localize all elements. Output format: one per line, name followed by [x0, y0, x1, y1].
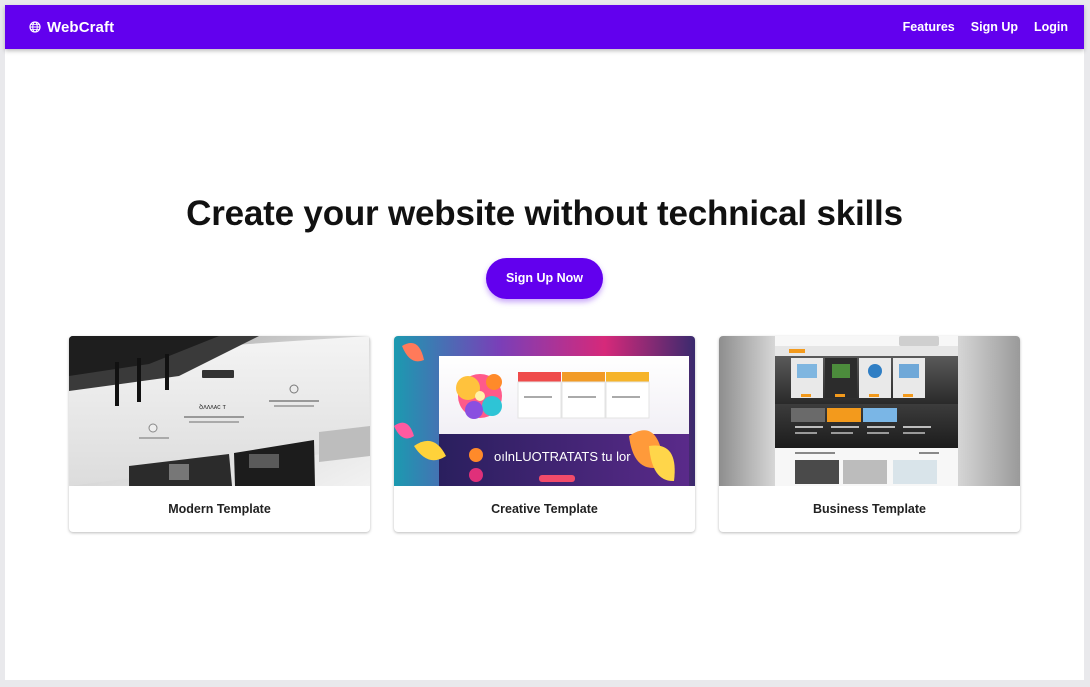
template-card-title: Creative Template: [491, 502, 598, 516]
browser-viewport: WebCraft Features Sign Up Login Create y…: [5, 5, 1084, 680]
nav-link-sign-up[interactable]: Sign Up: [963, 12, 1026, 42]
navbar: WebCraft Features Sign Up Login: [5, 5, 1084, 49]
hero-title: Create your website without technical sk…: [186, 194, 903, 233]
template-card-creative[interactable]: oılnLUOTRATATS tu lor Creative Template: [394, 336, 695, 532]
cta-container: Sign Up Now: [5, 258, 1084, 299]
sign-up-now-button[interactable]: Sign Up Now: [486, 258, 603, 299]
template-card-title: Modern Template: [168, 502, 271, 516]
template-cards: ꝺʌʌʌᴀᴄ ᴛ Modern Template oılnLUOTRATATS …: [69, 336, 1020, 532]
brand-name: WebCraft: [47, 18, 115, 36]
template-card-modern[interactable]: ꝺʌʌʌᴀᴄ ᴛ Modern Template: [69, 336, 370, 532]
creative-preview-heading: oılnLUOTRATATS tu lor: [494, 449, 631, 464]
template-card-title: Business Template: [812, 502, 926, 516]
creative-template-preview-image: oılnLUOTRATATS tu lor: [394, 336, 695, 486]
template-card-business[interactable]: Business Template: [719, 336, 1020, 532]
modern-preview-heading: ꝺʌʌʌᴀᴄ ᴛ: [199, 403, 227, 411]
nav-link-features[interactable]: Features: [895, 12, 963, 42]
globe-icon: [29, 21, 41, 33]
nav-link-login[interactable]: Login: [1026, 12, 1076, 42]
brand-link[interactable]: WebCraft: [29, 19, 114, 36]
nav-links: Features Sign Up Login: [895, 12, 1076, 42]
business-template-preview-image: [719, 336, 1020, 486]
modern-template-preview-image: ꝺʌʌʌᴀᴄ ᴛ: [69, 336, 370, 486]
